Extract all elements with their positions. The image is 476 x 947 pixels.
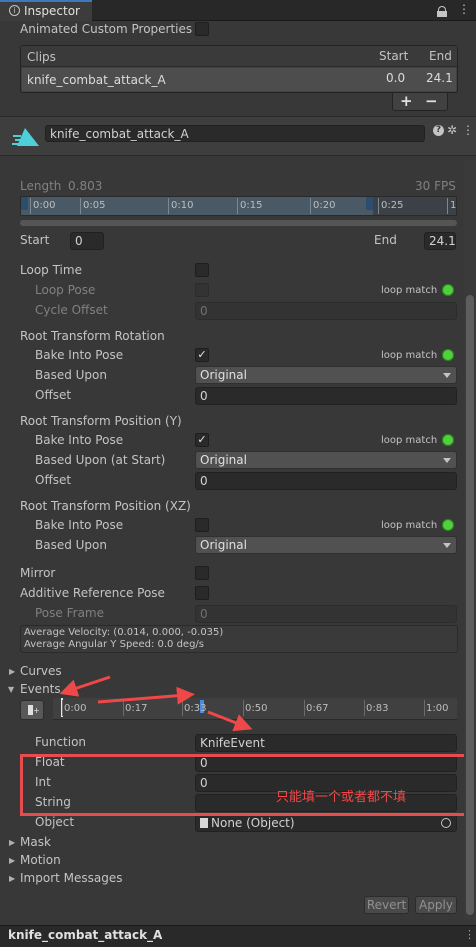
inspector-scrollbar-thumb[interactable]	[466, 295, 474, 915]
motion-foldout[interactable]: Motion	[20, 853, 61, 867]
annotation-arrows	[59, 675, 253, 732]
import-messages-foldout-arrow[interactable]: ▶	[9, 874, 15, 883]
revert-button[interactable]: Revert	[364, 896, 409, 914]
import-messages-foldout[interactable]: Import Messages	[20, 871, 123, 885]
footer-asset-name: knife_combat_attack_A	[8, 928, 163, 942]
mask-foldout-arrow[interactable]: ▶	[9, 838, 15, 847]
apply-button[interactable]: Apply	[415, 896, 457, 914]
drag-handle-icon[interactable]: ⋮	[464, 928, 475, 941]
motion-foldout-arrow[interactable]: ▶	[9, 856, 15, 865]
mask-foldout[interactable]: Mask	[20, 835, 51, 849]
